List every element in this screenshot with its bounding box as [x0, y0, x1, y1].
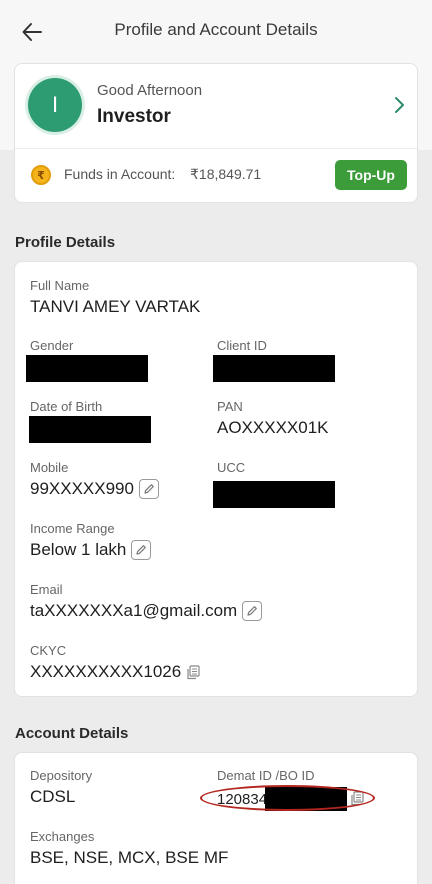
income-range-label: Income Range [30, 521, 115, 536]
top-up-button[interactable]: Top-Up [335, 160, 407, 190]
funds-label: Funds in Account: [64, 166, 176, 182]
avatar: I [28, 78, 82, 132]
client-id-label: Client ID [217, 338, 267, 353]
full-name-field: Full Name TANVI AMEY VARTAK [30, 278, 200, 317]
mobile-value: 99XXXXX990 [30, 479, 134, 498]
greeting-text: Good Afternoon [97, 82, 203, 99]
copy-icon [187, 664, 200, 679]
pan-field: PAN AOXXXXX01K [217, 399, 329, 438]
ckyc-value: XXXXXXXXXX1026 [30, 662, 182, 681]
profile-details-card: Full Name TANVI AMEY VARTAK Gender Clien… [14, 261, 418, 697]
profile-summary-row[interactable]: I Good Afternoon Investor [15, 64, 417, 148]
mobile-field: Mobile 99XXXXX990 [30, 460, 159, 499]
dob-label: Date of Birth [30, 399, 103, 414]
full-name-value: TANVI AMEY VARTAK [30, 297, 201, 316]
ucc-redacted [213, 481, 335, 508]
pan-value: AOXXXXX01K [217, 418, 329, 437]
depository-field: Depository CDSL [30, 768, 92, 807]
annotation-ellipse [200, 785, 375, 811]
copy-ckyc-button[interactable] [186, 664, 200, 680]
profile-details-heading: Profile Details [15, 234, 116, 251]
ckyc-label: CKYC [30, 643, 67, 658]
exchanges-label: Exchanges [30, 829, 95, 844]
demat-id-field: Demat ID /BO ID 120834 [200, 768, 375, 813]
gender-field: Gender [26, 338, 148, 382]
exchanges-field: Exchanges BSE, NSE, MCX, BSE MF [30, 829, 228, 868]
pencil-icon [144, 484, 154, 494]
gender-label: Gender [30, 338, 74, 353]
pan-label: PAN [217, 399, 243, 414]
exchanges-value: BSE, NSE, MCX, BSE MF [30, 848, 229, 867]
dob-redacted [29, 416, 151, 443]
mobile-label: Mobile [30, 460, 69, 475]
income-range-field: Income Range Below 1 lakh [30, 521, 152, 560]
edit-income-button[interactable] [131, 540, 152, 560]
email-field: Email taXXXXXXXa1@gmail.com [30, 582, 263, 621]
funds-value: ₹18,849.71 [190, 166, 262, 182]
email-value: taXXXXXXXa1@gmail.com [30, 601, 238, 620]
email-label: Email [30, 582, 63, 597]
full-name-label: Full Name [30, 278, 90, 293]
client-id-redacted [213, 355, 335, 382]
card-divider [15, 148, 417, 149]
dob-field: Date of Birth [29, 399, 151, 443]
account-details-heading: Account Details [15, 725, 129, 742]
depository-label: Depository [30, 768, 93, 783]
ucc-field: UCC [213, 460, 335, 508]
rupee-coin-icon: ₹ [31, 165, 51, 185]
chevron-right-icon [395, 97, 404, 113]
demat-id-label: Demat ID /BO ID [217, 768, 315, 783]
income-range-value: Below 1 lakh [30, 540, 127, 559]
ckyc-field: CKYC XXXXXXXXXX1026 [30, 643, 200, 682]
pencil-icon [247, 606, 258, 616]
pencil-icon [136, 545, 147, 555]
edit-email-button[interactable] [242, 601, 263, 621]
greeting-card: I Good Afternoon Investor ₹ Funds in Acc… [14, 63, 418, 203]
edit-mobile-button[interactable] [138, 479, 159, 499]
ucc-label: UCC [217, 460, 246, 475]
user-name: Investor [97, 106, 171, 127]
page-title: Profile and Account Details [114, 20, 318, 39]
account-details-card: Depository CDSL Demat ID /BO ID 120834 E… [14, 752, 418, 884]
client-id-field: Client ID [213, 338, 335, 382]
gender-redacted [26, 355, 148, 382]
depository-value: CDSL [30, 787, 76, 806]
